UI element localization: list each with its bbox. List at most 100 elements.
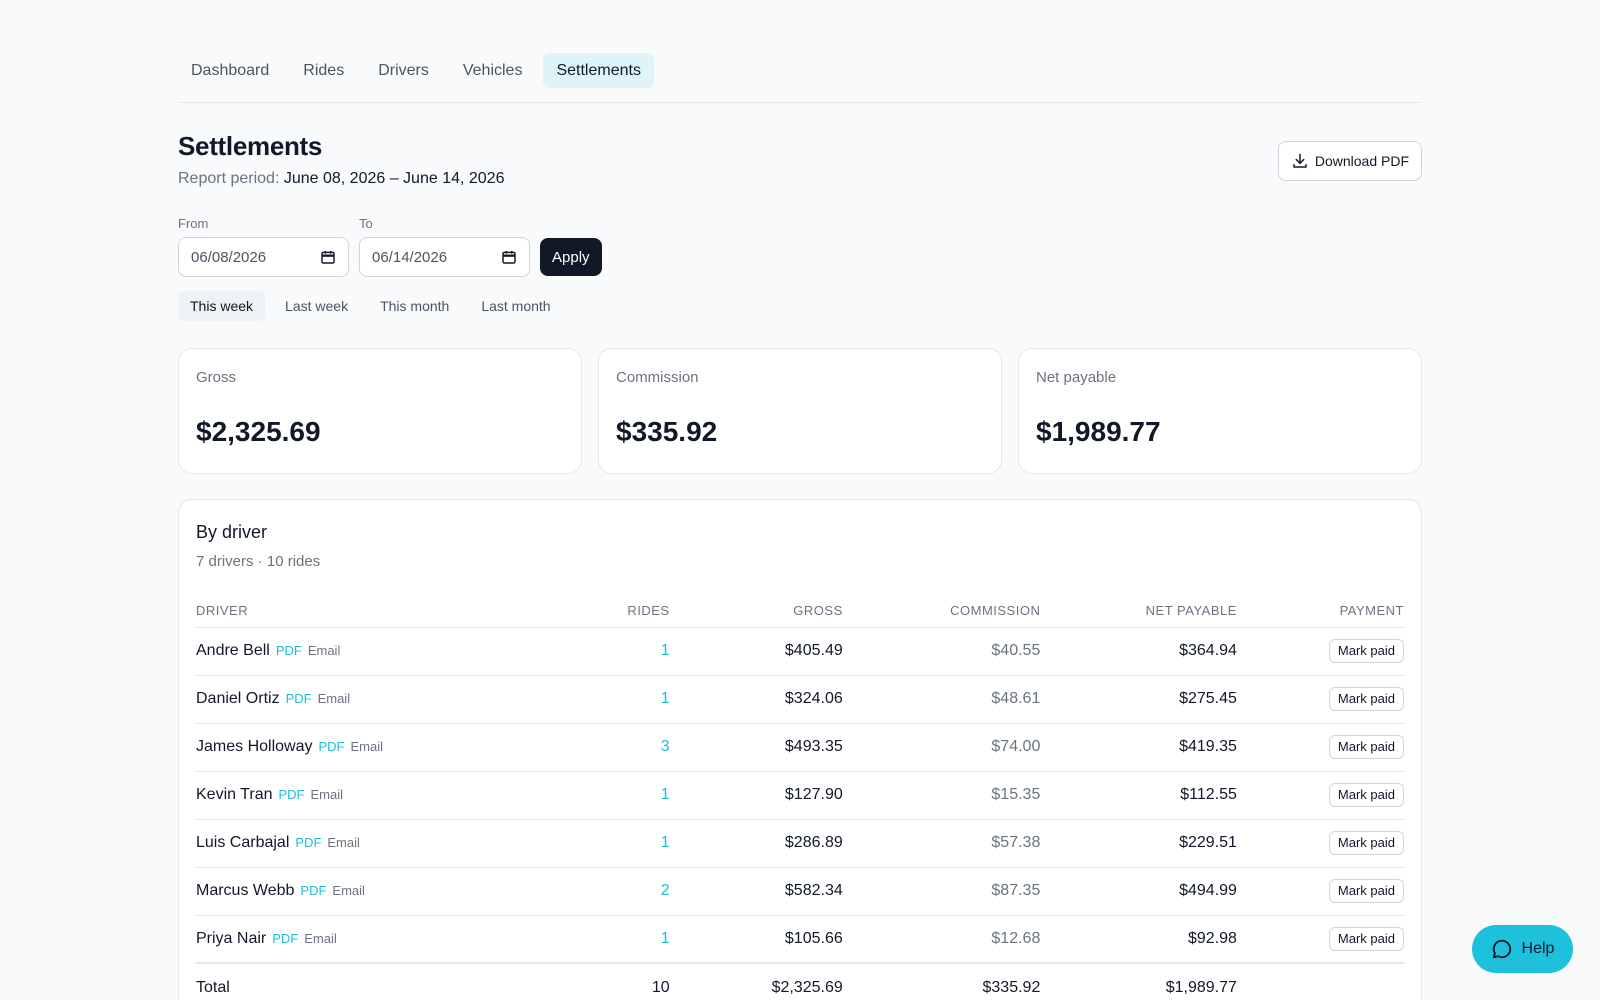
report-period-label: Report period:: [178, 170, 280, 187]
total-payment: [1236, 962, 1404, 1000]
to-date-value: 06/14/2026: [372, 248, 448, 266]
from-field: From 06/08/2026: [178, 216, 349, 277]
driver-email-link[interactable]: Email: [327, 835, 360, 850]
mark-paid-button[interactable]: Mark paid: [1328, 926, 1404, 951]
table-row: Luis Carbajal PDF Email 1 $286.89 $57.38 $…: [196, 819, 1404, 868]
driver-name: Marcus Webb: [196, 882, 295, 899]
driver-email-link[interactable]: Email: [310, 787, 343, 802]
chat-bubble-icon: [1492, 939, 1511, 959]
driver-email-link[interactable]: Email: [308, 643, 341, 658]
driver-pdf-link[interactable]: PDF: [295, 835, 321, 850]
table-row: Marcus Webb PDF Email 2 $582.34 $87.35 $49…: [196, 867, 1404, 916]
driver-rides-link[interactable]: 1: [661, 930, 670, 947]
driver-commission: $15.35: [842, 771, 1041, 820]
driver-commission: $48.61: [842, 675, 1041, 724]
driver-rides-link[interactable]: 1: [661, 690, 670, 707]
table-row: Andre Bell PDF Email 1 $405.49 $40.55 $364…: [196, 627, 1404, 676]
calendar-icon[interactable]: [320, 249, 336, 265]
tab-rides[interactable]: Rides: [290, 53, 357, 88]
gross-label: Gross: [196, 369, 237, 386]
download-icon: [1293, 153, 1307, 168]
mark-paid-button[interactable]: Mark paid: [1328, 879, 1404, 903]
driver-net-payable: $112.55: [1040, 771, 1237, 820]
total-gross: $2,325.69: [669, 962, 843, 1000]
driver-pdf-link[interactable]: PDF: [318, 739, 344, 754]
driver-commission: $40.55: [842, 627, 1041, 676]
commission-card: Commission $335.92: [598, 348, 1002, 474]
col-net-payable: NET PAYABLE: [1040, 594, 1237, 628]
tab-vehicles[interactable]: Vehicles: [450, 53, 536, 88]
calendar-icon[interactable]: [501, 249, 517, 265]
page: Dashboard Rides Drivers Vehicles Settlem…: [178, 0, 1422, 1000]
driver-table: DRIVER RIDES GROSS COMMISSION NET PAYABL…: [196, 594, 1404, 1000]
from-date-value: 06/08/2026: [191, 248, 267, 266]
tab-settlements[interactable]: Settlements: [543, 53, 654, 88]
mark-paid-button[interactable]: Mark paid: [1328, 831, 1404, 855]
download-pdf-label: Download PDF: [1314, 153, 1409, 169]
table-row: James Holloway PDF Email 3 $493.35 $74.00 …: [196, 723, 1404, 772]
driver-rides-link[interactable]: 3: [661, 738, 670, 755]
driver-email-link[interactable]: Email: [304, 931, 337, 946]
net-payable-value: $1,989.77: [1036, 416, 1161, 447]
driver-rides-link[interactable]: 1: [661, 786, 670, 803]
col-driver: DRIVER: [196, 594, 502, 628]
report-period-value: June 08, 2026 – June 14, 2026: [283, 170, 505, 187]
from-label: From: [178, 216, 209, 231]
driver-pdf-link[interactable]: PDF: [278, 787, 304, 802]
total-net-payable: $1,989.77: [1040, 962, 1237, 1000]
page-header: Settlements Report period: June 08, 2026…: [178, 131, 1422, 193]
driver-name: Luis Carbajal: [196, 834, 290, 851]
preset-last-month[interactable]: Last month: [469, 291, 562, 321]
preset-this-month[interactable]: This month: [368, 291, 461, 321]
driver-name: Kevin Tran: [196, 786, 273, 803]
driver-commission: $57.38: [842, 819, 1041, 868]
download-pdf-button[interactable]: Download PDF: [1277, 141, 1422, 181]
tab-dashboard[interactable]: Dashboard: [178, 53, 282, 88]
table-row: Priya Nair PDF Email 1 $105.66 $12.68 $92.…: [196, 915, 1404, 964]
driver-pdf-link[interactable]: PDF: [272, 931, 298, 946]
gross-card: Gross $2,325.69: [178, 348, 582, 474]
summary-cards: Gross $2,325.69 Commission $335.92 Net p…: [178, 348, 1422, 474]
driver-net-payable: $92.98: [1040, 915, 1237, 964]
driver-name: James Holloway: [196, 738, 313, 755]
mark-paid-button[interactable]: Mark paid: [1328, 783, 1404, 807]
to-date-input[interactable]: 06/14/2026: [359, 237, 530, 277]
driver-net-payable: $229.51: [1040, 819, 1237, 868]
driver-commission: $12.68: [842, 915, 1041, 964]
driver-pdf-link[interactable]: PDF: [300, 883, 326, 898]
tab-drivers[interactable]: Drivers: [365, 53, 442, 88]
driver-rides-link[interactable]: 1: [661, 834, 670, 851]
total-commission: $335.92: [842, 962, 1041, 1000]
driver-pdf-link[interactable]: PDF: [286, 691, 312, 706]
driver-gross: $105.66: [669, 915, 843, 964]
driver-pdf-link[interactable]: PDF: [276, 643, 302, 658]
apply-button[interactable]: Apply: [540, 238, 602, 276]
from-date-input[interactable]: 06/08/2026: [178, 237, 349, 277]
mark-paid-button[interactable]: Mark paid: [1328, 639, 1404, 663]
driver-commission: $87.35: [842, 867, 1041, 916]
col-gross: GROSS: [669, 594, 843, 628]
driver-email-link[interactable]: Email: [332, 883, 365, 898]
total-label: Total: [196, 962, 502, 1000]
table-row: Kevin Tran PDF Email 1 $127.90 $15.35 $112…: [196, 771, 1404, 820]
preset-last-week[interactable]: Last week: [273, 291, 360, 321]
by-driver-title: By driver: [196, 522, 268, 542]
help-button[interactable]: Help: [1472, 925, 1573, 973]
mark-paid-button[interactable]: Mark paid: [1328, 687, 1404, 711]
driver-commission: $74.00: [842, 723, 1041, 772]
driver-email-link[interactable]: Email: [350, 739, 383, 754]
table-header-row: DRIVER RIDES GROSS COMMISSION NET PAYABL…: [196, 594, 1404, 628]
driver-rides-link[interactable]: 2: [661, 882, 670, 899]
help-label: Help: [1521, 940, 1555, 957]
driver-gross: $127.90: [669, 771, 843, 820]
driver-gross: $493.35: [669, 723, 843, 772]
commission-label: Commission: [616, 369, 699, 386]
col-rides: RIDES: [501, 594, 670, 628]
preset-this-week[interactable]: This week: [178, 291, 266, 321]
net-payable-card: Net payable $1,989.77: [1018, 348, 1422, 474]
date-presets: This week Last week This month Last mont…: [178, 291, 1422, 321]
driver-email-link[interactable]: Email: [318, 691, 351, 706]
table-row: Daniel Ortiz PDF Email 1 $324.06 $48.61 $2…: [196, 675, 1404, 724]
mark-paid-button[interactable]: Mark paid: [1328, 735, 1404, 759]
driver-rides-link[interactable]: 1: [661, 642, 670, 659]
